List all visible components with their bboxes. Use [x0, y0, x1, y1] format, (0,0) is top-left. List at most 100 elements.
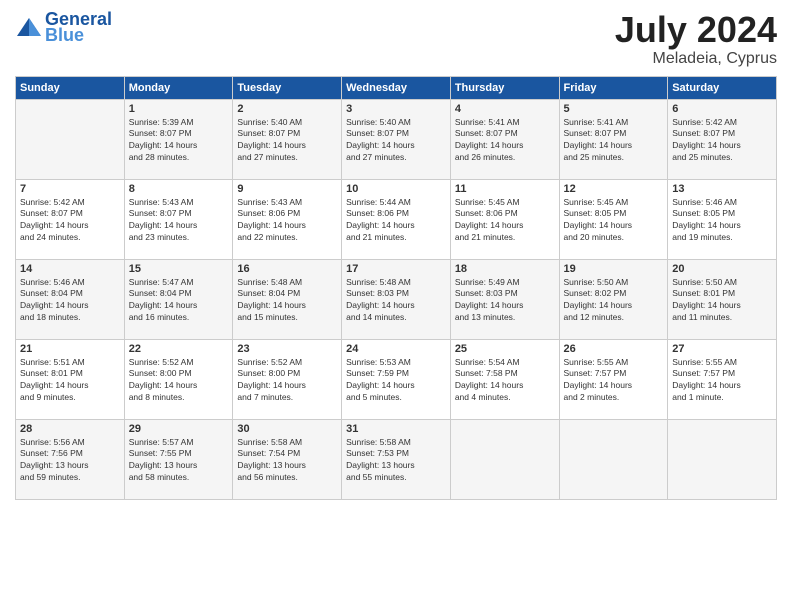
cell-info: Sunrise: 5:49 AM Sunset: 8:03 PM Dayligh…: [455, 277, 555, 325]
weekday-header-row: SundayMondayTuesdayWednesdayThursdayFrid…: [16, 76, 777, 99]
calendar-cell: [668, 419, 777, 499]
calendar-cell: 11Sunrise: 5:45 AM Sunset: 8:06 PM Dayli…: [450, 179, 559, 259]
weekday-header-wednesday: Wednesday: [342, 76, 451, 99]
title-block: July 2024 Meladeia, Cyprus: [615, 10, 777, 68]
day-number: 27: [672, 343, 772, 355]
weekday-header-thursday: Thursday: [450, 76, 559, 99]
cell-info: Sunrise: 5:52 AM Sunset: 8:00 PM Dayligh…: [237, 357, 337, 405]
day-number: 24: [346, 343, 446, 355]
calendar-cell: 21 Sunrise: 5:51 AM Sunset: 8:01 PM Dayli…: [16, 339, 125, 419]
cell-info: Sunrise: 5:40 AM Sunset: 8:07 PM Dayligh…: [346, 117, 446, 165]
calendar-cell: [559, 419, 668, 499]
week-row-2: 14 Sunrise: 5:46 AM Sunset: 8:04 PM Dayli…: [16, 259, 777, 339]
cell-info: Sunrise: 5:42 AM Sunset: 8:07 PM Dayligh…: [672, 117, 772, 165]
calendar-cell: 25 Sunrise: 5:54 AM Sunset: 7:58 PM Dayli…: [450, 339, 559, 419]
day-number: 23: [237, 343, 337, 355]
week-row-4: 28 Sunrise: 5:56 AM Sunset: 7:56 PM Dayli…: [16, 419, 777, 499]
day-number: 2: [237, 103, 337, 115]
calendar-cell: 4 Sunrise: 5:41 AM Sunset: 8:07 PM Daylig…: [450, 99, 559, 179]
cell-info: Sunrise: 5:43 AM Sunset: 8:06 PM Dayligh…: [237, 197, 337, 245]
cell-info: Sunrise: 5:55 AM Sunset: 7:57 PM Dayligh…: [672, 357, 772, 405]
cell-info: Sunrise: 5:44 AM Sunset: 8:06 PM Dayligh…: [346, 197, 446, 245]
header: General Blue July 2024 Meladeia, Cyprus: [15, 10, 777, 68]
calendar-cell: 8 Sunrise: 5:43 AM Sunset: 8:07 PM Daylig…: [124, 179, 233, 259]
calendar-cell: 14 Sunrise: 5:46 AM Sunset: 8:04 PM Dayli…: [16, 259, 125, 339]
day-number: 29: [129, 423, 229, 435]
day-number: 7: [20, 183, 120, 195]
cell-info: Sunrise: 5:56 AM Sunset: 7:56 PM Dayligh…: [20, 437, 120, 485]
cell-info: Sunrise: 5:41 AM Sunset: 8:07 PM Dayligh…: [455, 117, 555, 165]
calendar-cell: 19 Sunrise: 5:50 AM Sunset: 8:02 PM Dayli…: [559, 259, 668, 339]
day-number: 28: [20, 423, 120, 435]
cell-info: Sunrise: 5:43 AM Sunset: 8:07 PM Dayligh…: [129, 197, 229, 245]
logo-icon: [15, 14, 43, 42]
calendar-cell: 29Sunrise: 5:57 AM Sunset: 7:55 PM Dayli…: [124, 419, 233, 499]
cell-info: Sunrise: 5:54 AM Sunset: 7:58 PM Dayligh…: [455, 357, 555, 405]
calendar-cell: 18Sunrise: 5:49 AM Sunset: 8:03 PM Dayli…: [450, 259, 559, 339]
calendar-cell: 22 Sunrise: 5:52 AM Sunset: 8:00 PM Dayli…: [124, 339, 233, 419]
page: General Blue July 2024 Meladeia, Cyprus …: [0, 0, 792, 612]
calendar-cell: 31Sunrise: 5:58 AM Sunset: 7:53 PM Dayli…: [342, 419, 451, 499]
weekday-header-monday: Monday: [124, 76, 233, 99]
calendar-cell: [16, 99, 125, 179]
cell-info: Sunrise: 5:51 AM Sunset: 8:01 PM Dayligh…: [20, 357, 120, 405]
day-number: 10: [346, 183, 446, 195]
calendar-cell: 6 Sunrise: 5:42 AM Sunset: 8:07 PM Daylig…: [668, 99, 777, 179]
day-number: 30: [237, 423, 337, 435]
weekday-header-friday: Friday: [559, 76, 668, 99]
week-row-0: 1Sunrise: 5:39 AM Sunset: 8:07 PM Daylig…: [16, 99, 777, 179]
calendar-cell: 30 Sunrise: 5:58 AM Sunset: 7:54 PM Dayli…: [233, 419, 342, 499]
cell-info: Sunrise: 5:46 AM Sunset: 8:05 PM Dayligh…: [672, 197, 772, 245]
weekday-header-sunday: Sunday: [16, 76, 125, 99]
day-number: 31: [346, 423, 446, 435]
day-number: 5: [564, 103, 664, 115]
cell-info: Sunrise: 5:50 AM Sunset: 8:02 PM Dayligh…: [564, 277, 664, 325]
calendar-cell: 12 Sunrise: 5:45 AM Sunset: 8:05 PM Dayli…: [559, 179, 668, 259]
title-location: Meladeia, Cyprus: [615, 50, 777, 68]
day-number: 4: [455, 103, 555, 115]
day-number: 21: [20, 343, 120, 355]
weekday-header-tuesday: Tuesday: [233, 76, 342, 99]
calendar-cell: 2 Sunrise: 5:40 AM Sunset: 8:07 PM Daylig…: [233, 99, 342, 179]
calendar-cell: [450, 419, 559, 499]
cell-info: Sunrise: 5:48 AM Sunset: 8:04 PM Dayligh…: [237, 277, 337, 325]
cell-info: Sunrise: 5:45 AM Sunset: 8:05 PM Dayligh…: [564, 197, 664, 245]
day-number: 17: [346, 263, 446, 275]
cell-info: Sunrise: 5:52 AM Sunset: 8:00 PM Dayligh…: [129, 357, 229, 405]
calendar-cell: 20Sunrise: 5:50 AM Sunset: 8:01 PM Dayli…: [668, 259, 777, 339]
day-number: 25: [455, 343, 555, 355]
calendar-cell: 28 Sunrise: 5:56 AM Sunset: 7:56 PM Dayli…: [16, 419, 125, 499]
calendar-cell: 3 Sunrise: 5:40 AM Sunset: 8:07 PM Daylig…: [342, 99, 451, 179]
cell-info: Sunrise: 5:40 AM Sunset: 8:07 PM Dayligh…: [237, 117, 337, 165]
calendar-cell: 10 Sunrise: 5:44 AM Sunset: 8:06 PM Dayli…: [342, 179, 451, 259]
cell-info: Sunrise: 5:39 AM Sunset: 8:07 PM Dayligh…: [129, 117, 229, 165]
day-number: 8: [129, 183, 229, 195]
day-number: 26: [564, 343, 664, 355]
day-number: 3: [346, 103, 446, 115]
day-number: 12: [564, 183, 664, 195]
week-row-3: 21 Sunrise: 5:51 AM Sunset: 8:01 PM Dayli…: [16, 339, 777, 419]
calendar-cell: 17Sunrise: 5:48 AM Sunset: 8:03 PM Dayli…: [342, 259, 451, 339]
logo: General Blue: [15, 10, 112, 46]
calendar-cell: 27 Sunrise: 5:55 AM Sunset: 7:57 PM Dayli…: [668, 339, 777, 419]
day-number: 11: [455, 183, 555, 195]
cell-info: Sunrise: 5:46 AM Sunset: 8:04 PM Dayligh…: [20, 277, 120, 325]
calendar-table: SundayMondayTuesdayWednesdayThursdayFrid…: [15, 76, 777, 500]
calendar-cell: 24Sunrise: 5:53 AM Sunset: 7:59 PM Dayli…: [342, 339, 451, 419]
calendar-cell: 7 Sunrise: 5:42 AM Sunset: 8:07 PM Daylig…: [16, 179, 125, 259]
day-number: 20: [672, 263, 772, 275]
week-row-1: 7 Sunrise: 5:42 AM Sunset: 8:07 PM Daylig…: [16, 179, 777, 259]
cell-info: Sunrise: 5:42 AM Sunset: 8:07 PM Dayligh…: [20, 197, 120, 245]
day-number: 15: [129, 263, 229, 275]
calendar-cell: 9Sunrise: 5:43 AM Sunset: 8:06 PM Daylig…: [233, 179, 342, 259]
calendar-cell: 16 Sunrise: 5:48 AM Sunset: 8:04 PM Dayli…: [233, 259, 342, 339]
day-number: 19: [564, 263, 664, 275]
calendar-cell: 1Sunrise: 5:39 AM Sunset: 8:07 PM Daylig…: [124, 99, 233, 179]
logo-text: General Blue: [45, 10, 112, 46]
day-number: 14: [20, 263, 120, 275]
day-number: 22: [129, 343, 229, 355]
day-number: 6: [672, 103, 772, 115]
cell-info: Sunrise: 5:58 AM Sunset: 7:54 PM Dayligh…: [237, 437, 337, 485]
calendar-cell: 15Sunrise: 5:47 AM Sunset: 8:04 PM Dayli…: [124, 259, 233, 339]
day-number: 16: [237, 263, 337, 275]
